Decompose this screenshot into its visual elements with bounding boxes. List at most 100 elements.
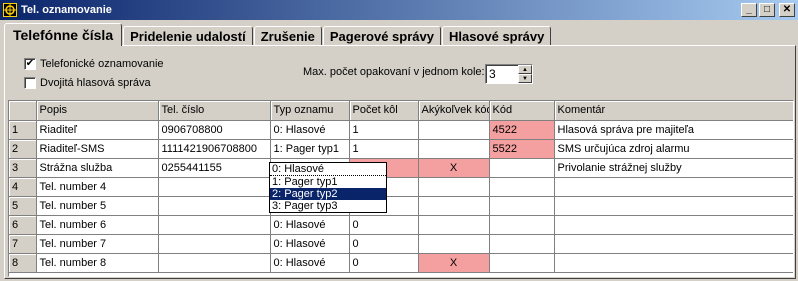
cell-tel[interactable] — [158, 215, 271, 235]
cell-akykolvek[interactable] — [418, 234, 490, 254]
cell-akykolvek[interactable] — [418, 196, 490, 216]
cell-kod[interactable] — [489, 196, 555, 216]
tel-notify-label: Telefonické oznamovanie — [40, 58, 164, 70]
dropdown-option[interactable]: 1: Pager typ1 — [270, 176, 386, 188]
cell-tel[interactable]: 0906708800 — [158, 120, 271, 140]
cell-kod[interactable] — [489, 253, 555, 273]
cell-typ[interactable]: 0: Hlasové — [270, 234, 350, 254]
double-voice-checkbox[interactable]: Dvojitá hlasová správa — [24, 77, 151, 89]
minimize-button[interactable]: _ — [741, 3, 757, 17]
cell-tel[interactable]: 1111421906708800 — [158, 139, 271, 159]
cell-popis[interactable]: Strážna služba — [36, 158, 159, 178]
column-header-typ[interactable]: Typ oznamu — [270, 101, 350, 121]
column-header-tel[interactable]: Tel. číslo — [158, 101, 271, 121]
cell-komentar[interactable] — [554, 177, 793, 197]
tab-pagerove-spravy[interactable]: Pagerové správy — [322, 26, 441, 46]
cell-akykolvek[interactable]: X — [418, 253, 490, 273]
cell-popis[interactable]: Tel. number 5 — [36, 196, 159, 216]
cell-typ[interactable]: 0: Hlasové — [270, 253, 350, 273]
spin-up-icon[interactable]: ▲ — [518, 65, 532, 74]
tab-panel: ✔ Telefonické oznamovanie Dvojitá hlasov… — [4, 45, 796, 279]
cell-komentar[interactable] — [554, 253, 793, 273]
table-row: 6 Tel. number 6 0: Hlasové 0 — [9, 215, 793, 235]
row-number[interactable]: 7 — [9, 234, 37, 254]
cell-akykolvek[interactable] — [418, 177, 490, 197]
row-number[interactable]: 3 — [9, 158, 37, 178]
cell-tel[interactable]: 0255441155 — [158, 158, 271, 178]
spin-down-icon[interactable]: ▼ — [518, 74, 532, 83]
cell-pocet[interactable]: 1 — [349, 139, 419, 159]
cell-popis[interactable]: Tel. number 7 — [36, 234, 159, 254]
cell-tel[interactable] — [158, 177, 271, 197]
column-header-pocet[interactable]: Počet kôl — [349, 101, 419, 121]
app-window: Tel. oznamovanie _ □ ✕ Telefónne čísla P… — [0, 0, 798, 281]
table-row: 3 Strážna služba 0255441155 0: Hlasové X… — [9, 158, 793, 178]
max-repeats-label: Max. počet opakovaní v jednom kole: — [303, 66, 485, 78]
table-row: 7 Tel. number 7 0: Hlasové 0 — [9, 234, 793, 254]
cell-pocet[interactable]: 0 — [349, 234, 419, 254]
cell-kod[interactable] — [489, 234, 555, 254]
dropdown-option[interactable]: 3: Pager typ3 — [270, 200, 386, 212]
tel-notify-checkbox[interactable]: ✔ Telefonické oznamovanie — [24, 58, 164, 70]
row-number[interactable]: 6 — [9, 215, 37, 235]
cell-akykolvek[interactable] — [418, 215, 490, 235]
cell-tel[interactable] — [158, 253, 271, 273]
column-header-akykolvek[interactable]: Akýkoľvek kód — [418, 101, 490, 121]
cell-kod[interactable] — [489, 215, 555, 235]
column-header-komentar[interactable]: Komentár — [554, 101, 793, 121]
dropdown-option-selected[interactable]: 2: Pager typ2 — [270, 188, 386, 200]
cell-popis[interactable]: Tel. number 8 — [36, 253, 159, 273]
row-number[interactable]: 8 — [9, 253, 37, 273]
close-button[interactable]: ✕ — [779, 3, 795, 17]
tab-telefonne-cisla[interactable]: Telefónne čísla — [4, 23, 123, 46]
maximize-button[interactable]: □ — [759, 3, 775, 17]
cell-typ[interactable]: 0: Hlasové — [270, 120, 350, 140]
cell-komentar[interactable]: Privolanie strážnej služby — [554, 158, 793, 178]
checkmark-icon: ✔ — [24, 58, 36, 70]
window-title: Tel. oznamovanie — [21, 4, 112, 16]
cell-tel[interactable] — [158, 234, 271, 254]
cell-kod[interactable] — [489, 158, 555, 178]
table-row: 1 Riaditeľ 0906708800 0: Hlasové 1 4522 … — [9, 120, 793, 140]
cell-akykolvek[interactable] — [418, 120, 490, 140]
cell-pocet[interactable]: 0 — [349, 215, 419, 235]
cell-popis[interactable]: Riaditeľ — [36, 120, 159, 140]
cell-popis[interactable]: Riaditeľ-SMS — [36, 139, 159, 159]
notification-type-dropdown[interactable]: 0: Hlasové 1: Pager typ1 2: Pager typ2 3… — [269, 162, 387, 213]
tab-pridelenie-udalosti[interactable]: Pridelenie udalostí — [123, 26, 253, 46]
dropdown-option[interactable]: 0: Hlasové — [270, 163, 386, 176]
cell-tel[interactable] — [158, 196, 271, 216]
cell-kod[interactable] — [489, 177, 555, 197]
cell-komentar[interactable] — [554, 234, 793, 254]
cell-typ[interactable]: 0: Hlasové — [270, 215, 350, 235]
max-repeats-spinner[interactable]: 3 ▲ ▼ — [485, 64, 533, 84]
cell-typ[interactable]: 1: Pager typ1 — [270, 139, 350, 159]
cell-popis[interactable]: Tel. number 4 — [36, 177, 159, 197]
cell-popis[interactable]: Tel. number 6 — [36, 215, 159, 235]
tab-bar: Telefónne čísla Pridelenie udalostí Zruš… — [4, 22, 552, 46]
cell-komentar[interactable] — [554, 196, 793, 216]
app-icon — [3, 3, 17, 17]
table-row: 5 Tel. number 5 — [9, 196, 793, 216]
cell-pocet[interactable]: 1 — [349, 120, 419, 140]
cell-komentar[interactable] — [554, 215, 793, 235]
cell-pocet[interactable]: 0 — [349, 253, 419, 273]
tab-zrusenie[interactable]: Zrušenie — [253, 26, 322, 46]
tab-hlasove-spravy[interactable]: Hlasové správy — [441, 26, 552, 46]
row-number[interactable]: 5 — [9, 196, 37, 216]
cell-akykolvek[interactable] — [418, 139, 490, 159]
double-voice-label: Dvojitá hlasová správa — [40, 77, 151, 89]
title-bar[interactable]: Tel. oznamovanie _ □ ✕ — [0, 0, 798, 20]
header-row: Popis Tel. číslo Typ oznamu Počet kôl Ak… — [9, 101, 793, 121]
cell-komentar[interactable]: Hlasová správa pre majiteľa — [554, 120, 793, 140]
max-repeats-value[interactable]: 3 — [486, 65, 518, 83]
cell-kod[interactable]: 5522 — [489, 139, 555, 159]
row-number[interactable]: 4 — [9, 177, 37, 197]
column-header-kod[interactable]: Kód — [489, 101, 555, 121]
row-number[interactable]: 2 — [9, 139, 37, 159]
row-number[interactable]: 1 — [9, 120, 37, 140]
cell-komentar[interactable]: SMS určujúca zdroj alarmu — [554, 139, 793, 159]
column-header-popis[interactable]: Popis — [36, 101, 159, 121]
cell-akykolvek[interactable]: X — [418, 158, 490, 178]
cell-kod[interactable]: 4522 — [489, 120, 555, 140]
